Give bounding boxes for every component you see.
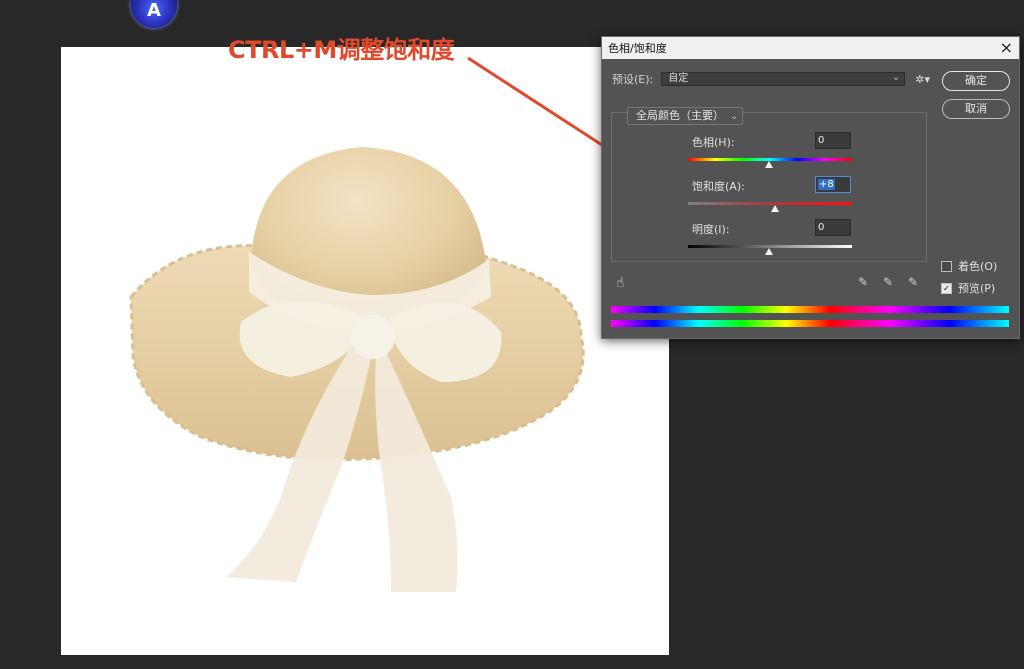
hue-input[interactable]: 0 [815, 132, 851, 149]
saturation-slider-thumb[interactable] [771, 205, 779, 212]
colorize-row[interactable]: 着色(O) [941, 258, 997, 274]
close-icon[interactable]: × [1000, 40, 1013, 56]
saturation-value: +8 [818, 179, 835, 190]
colorize-checkbox[interactable] [941, 260, 952, 272]
preview-label: 预览(P) [958, 282, 996, 295]
eyedropper-icon[interactable]: ✎ [858, 275, 868, 289]
colorize-label: 着色(O) [958, 260, 998, 273]
lightness-slider-thumb[interactable] [765, 248, 773, 255]
preset-select[interactable]: 自定 ⌄ [661, 72, 906, 86]
eyedropper-plus-icon[interactable]: ✎ [883, 275, 893, 289]
saturation-label: 饱和度(A): [692, 180, 745, 193]
hue-saturation-dialog: 色相/饱和度 × 预设(E): 自定 ⌄ ✲▾ 确定 取消 全局颜色（主要） ⌄ … [601, 36, 1020, 339]
lightness-label: 明度(I): [692, 223, 730, 236]
saturation-input[interactable]: +8 [815, 176, 851, 193]
hand-icon[interactable]: ☝ [616, 275, 625, 291]
preview-checkbox[interactable]: ✓ [941, 282, 952, 294]
hue-slider-thumb[interactable] [765, 161, 773, 168]
saturation-track[interactable] [688, 202, 852, 205]
chevron-down-icon: ⌄ [891, 72, 901, 83]
output-spectrum-bar [611, 320, 1009, 327]
input-spectrum-bar [611, 306, 1009, 313]
dialog-titlebar[interactable]: 色相/饱和度 × [602, 37, 1019, 59]
eyedropper-minus-icon[interactable]: ✎ [908, 275, 918, 289]
gear-icon[interactable]: ✲▾ [915, 73, 930, 86]
preset-row: 预设(E): 自定 ⌄ ✲▾ [612, 71, 930, 87]
preview-row[interactable]: ✓ 预览(P) [941, 280, 995, 296]
preset-label: 预设(E): [612, 73, 654, 86]
hue-label: 色相(H): [692, 136, 735, 149]
adjustment-group [611, 112, 927, 262]
lightness-input[interactable]: 0 [815, 219, 851, 236]
channel-value: 全局颜色（主要） [636, 109, 724, 122]
cancel-button[interactable]: 取消 [942, 99, 1010, 119]
chevron-down-icon: ⌄ [730, 111, 739, 122]
dialog-title: 色相/饱和度 [608, 42, 667, 55]
ok-button[interactable]: 确定 [942, 71, 1010, 91]
annotation-arrow [467, 56, 623, 160]
channel-select[interactable]: 全局颜色（主要） ⌄ [627, 107, 744, 125]
preset-value: 自定 [668, 73, 689, 84]
